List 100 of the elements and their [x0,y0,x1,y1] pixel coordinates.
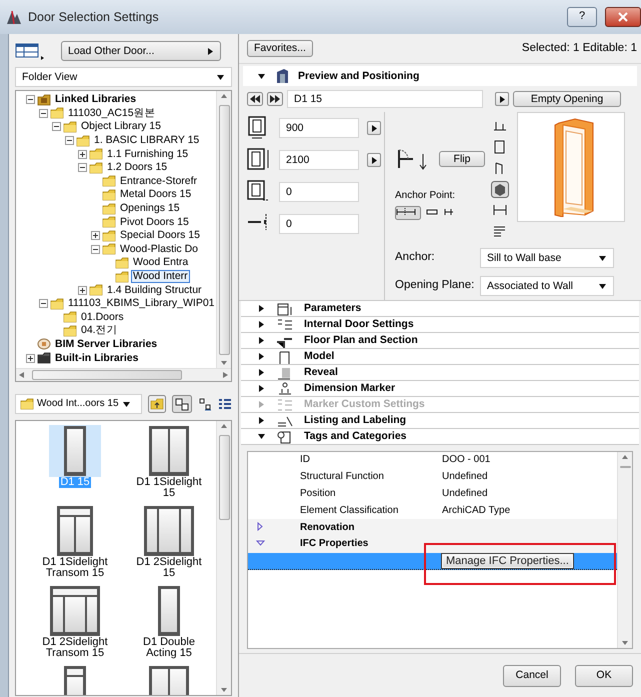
name-field[interactable]: D1 15 [287,90,483,108]
section-icon [276,300,294,316]
tree-item[interactable]: Wood Entra [131,256,190,270]
view-dropdown[interactable]: Folder View [15,67,232,87]
arrow-button[interactable] [367,121,381,135]
expand-icon[interactable] [26,354,35,363]
large-icons-view-icon[interactable] [172,395,192,413]
panel-title: Preview and Positioning [298,70,420,82]
opening-plane-dropdown[interactable]: Associated to Wall [480,276,614,296]
dialog-button[interactable]: OK [575,664,633,686]
collapse-icon[interactable] [39,108,48,118]
section-icon [276,316,294,332]
scrollbar[interactable] [216,91,231,368]
section-header[interactable]: Tags and Categories [241,429,639,445]
tree-item[interactable]: Wood Interr [131,270,190,284]
folder-dropdown[interactable]: Wood Int...oors 15 [15,394,142,414]
tree-item[interactable]: Linked Libraries [53,93,138,106]
collapse-icon[interactable] [39,299,48,308]
dimension-field[interactable]: 0 [279,182,359,202]
section-header[interactable]: Parameters [241,301,639,317]
table-row[interactable]: Manage IFC Properties... [248,552,617,570]
anchor-dropdown[interactable]: Sill to Wall base [480,248,614,268]
door-thumbnail[interactable] [143,505,195,557]
collapse-icon[interactable] [65,136,74,146]
list-view-icon[interactable] [218,397,232,411]
scrollbar[interactable] [617,452,632,648]
arrow-icon [206,46,214,56]
collapse-icon[interactable] [52,122,61,132]
tree-item[interactable]: 111030_AC15원본 [66,106,158,120]
dimension-field[interactable]: 2100 [279,150,359,170]
view-mode-icon[interactable] [491,181,509,198]
expand-icon[interactable] [78,150,87,159]
anchor-point-icon[interactable] [395,206,421,220]
horizontal-scrollbar[interactable] [16,368,231,381]
section-header[interactable]: Model [241,349,639,365]
folder-icon [50,296,64,311]
tree-item[interactable]: 111103_KBIMS_Library_WIP01 [66,297,216,310]
collapse-icon[interactable] [26,95,35,104]
layout-icon[interactable] [15,42,45,60]
dimension-field[interactable]: 900 [279,118,359,138]
section-header[interactable]: Dimension Marker [241,381,639,397]
manage-ifc-button[interactable]: Manage IFC Properties... [442,554,573,568]
section-header[interactable]: Listing and Labeling [241,413,639,429]
empty-opening-button[interactable]: Empty Opening [513,90,621,108]
expand-icon[interactable] [78,286,87,295]
door-name[interactable]: D1 1Sidelight Transom 15 [36,557,114,579]
small-icons-view-icon[interactable] [198,397,212,411]
door-name[interactable]: D1 1Sidelight 15 [130,477,208,499]
tree-item[interactable]: 1.2 Doors 15 [105,161,170,174]
tree-item[interactable]: Object Library 15 [79,120,163,134]
door-icon [274,68,290,84]
collapse-icon[interactable] [78,163,87,172]
tree-item[interactable]: 1. BASIC LIBRARY 15 [92,134,202,148]
tree-item[interactable]: 01.Doors [79,310,126,324]
tree-item[interactable]: 04.전기 [79,324,120,338]
tree-item[interactable]: 1.1 Furnishing 15 [105,148,190,161]
folder-icon [89,160,103,175]
dimension-field[interactable]: 0 [279,214,359,234]
scroll-thumb[interactable] [218,435,230,520]
door-thumbnail[interactable] [49,585,101,637]
next-icon[interactable] [267,92,283,106]
tree-item[interactable]: Entrance-Storefr [118,174,200,188]
help-button[interactable]: ? [567,7,597,27]
property-name: Element Classification [300,504,400,517]
close-button[interactable] [605,7,641,27]
folder-icon [50,106,64,120]
arrow-button[interactable] [495,92,509,106]
tree-item[interactable]: Metal Doors 15 [118,188,194,202]
flip-button[interactable]: Flip [439,150,485,168]
section-header[interactable]: Reveal [241,365,639,381]
load-button[interactable]: Load Other Door... [61,41,221,61]
property-value: Undefined [442,488,488,500]
door-name[interactable]: D1 Double Acting 15 [130,637,208,659]
tree-item[interactable]: Wood-Plastic Do [118,242,200,256]
tree-item[interactable]: BIM Server Libraries [53,338,160,351]
dropdown-icon [598,282,607,290]
folder-up-icon[interactable] [148,395,166,413]
door-name[interactable]: D1 2Sidelight 15 [130,557,208,579]
door-name[interactable]: D1 2Sidelight Transom 15 [36,637,114,659]
scroll-thumb[interactable] [218,105,230,355]
folder-icon [102,228,116,243]
tree-item[interactable]: Built-in Libraries [53,352,140,365]
tree-item[interactable]: Special Doors 15 [118,229,202,242]
tree-item[interactable]: 1.4 Building Structur [105,284,204,297]
collapse-icon[interactable] [257,72,266,80]
property-name: ID [300,454,311,466]
scroll-thumb[interactable] [32,370,182,380]
tree-item[interactable]: Pivot Doors 15 [118,216,191,229]
collapse-icon[interactable] [91,244,100,254]
section-header[interactable]: Floor Plan and Section [241,333,639,349]
scrollbar[interactable] [216,421,231,695]
favorites-button[interactable]: Favorites... [247,40,313,57]
expand-icon[interactable] [91,231,100,240]
previous-icon[interactable] [247,92,263,106]
arrow-icon [498,94,506,104]
tree-item[interactable]: Openings 15 [118,202,182,216]
arrow-button[interactable] [367,153,381,167]
section-header[interactable]: Internal Door Settings [241,317,639,333]
dialog-button[interactable]: Cancel [503,664,561,686]
close-icon [618,12,628,22]
